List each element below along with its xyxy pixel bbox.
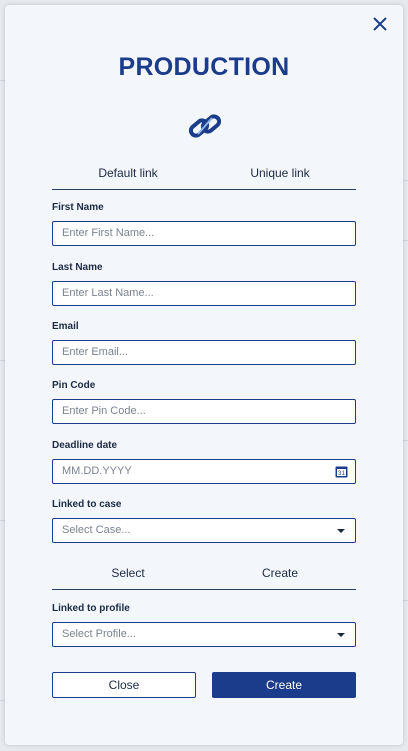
calendar-icon-day: 31 [338,471,345,477]
deadline-placeholder: MM.DD.YYYY [62,465,132,477]
background-divider [403,180,408,181]
link-icon [188,114,222,138]
chevron-down-icon [337,633,345,637]
background-divider [403,600,408,601]
pin-code-field: Pin Code Enter Pin Code... [52,379,356,424]
calendar-icon[interactable]: 31 [335,465,348,478]
linked-case-label: Linked to case [52,499,122,510]
chevron-down-icon [337,529,345,533]
linked-case-placeholder: Select Case... [62,524,131,536]
deadline-field: Deadline date MM.DD.YYYY 31 [52,439,356,484]
tab-select[interactable]: Select [52,565,204,589]
link-type-tabs: Default link Unique link [52,165,356,190]
email-input[interactable]: Enter Email... [52,340,356,365]
deadline-label: Deadline date [52,440,118,451]
first-name-label: First Name [52,202,104,213]
tab-create[interactable]: Create [204,565,356,589]
linked-case-select[interactable]: Select Case... [52,518,356,543]
linked-profile-select[interactable]: Select Profile... [52,622,356,647]
modal-title: PRODUCTION [118,53,290,81]
linked-profile-label: Linked to profile [52,603,130,614]
background-divider [403,440,408,441]
first-name-field: First Name Enter First Name... [52,201,356,246]
first-name-input[interactable]: Enter First Name... [52,221,356,246]
production-modal: PRODUCTION Default link Unique link Firs… [5,5,403,745]
email-field: Email Enter Email... [52,320,356,365]
linked-profile-placeholder: Select Profile... [62,628,136,640]
linked-case-field: Linked to case Select Case... [52,498,356,543]
close-button[interactable]: Close [52,672,196,698]
pin-code-input[interactable]: Enter Pin Code... [52,399,356,424]
tab-default-link[interactable]: Default link [52,165,204,189]
linked-profile-field: Linked to profile Select Profile... [52,602,356,647]
last-name-label: Last Name [52,262,103,273]
profile-mode-tabs: Select Create [52,565,356,590]
deadline-input[interactable]: MM.DD.YYYY 31 [52,459,356,484]
create-button[interactable]: Create [212,672,356,698]
background-divider [403,240,408,241]
close-icon[interactable] [371,15,389,33]
email-label: Email [52,321,79,332]
pin-code-label: Pin Code [52,380,96,391]
tab-unique-link[interactable]: Unique link [204,165,356,189]
last-name-field: Last Name Enter Last Name... [52,261,356,306]
last-name-input[interactable]: Enter Last Name... [52,281,356,306]
